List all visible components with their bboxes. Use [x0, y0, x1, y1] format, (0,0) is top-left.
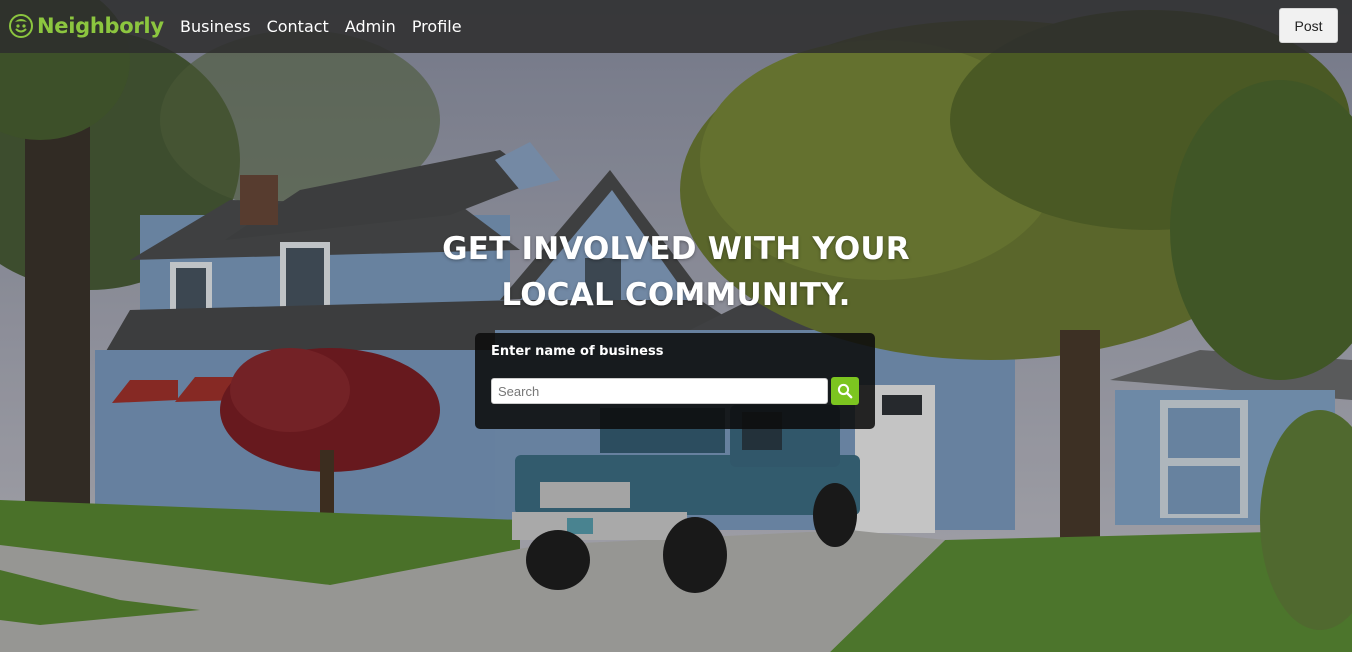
- brand-logo-link[interactable]: Neighborly: [8, 9, 164, 43]
- search-button[interactable]: [831, 377, 859, 405]
- post-button[interactable]: Post: [1279, 8, 1338, 43]
- search-icon: [837, 383, 853, 399]
- hero-background: [0, 0, 1352, 652]
- nav-link-business[interactable]: Business: [180, 17, 251, 36]
- brand-name: Neighborly: [37, 14, 164, 38]
- headline-line-2: LOCAL COMMUNITY.: [501, 277, 851, 313]
- nav-links: Business Contact Admin Profile: [180, 0, 478, 53]
- business-search-input[interactable]: [491, 378, 828, 404]
- hero-dim-overlay: [0, 0, 1352, 652]
- search-label: Enter name of business: [491, 344, 664, 359]
- nav-link-profile[interactable]: Profile: [412, 17, 462, 36]
- business-search-panel: Enter name of business: [475, 333, 875, 429]
- hero-headline: GET INVOLVED WITH YOUR LOCAL COMMUNITY.: [376, 226, 976, 318]
- nav-link-admin[interactable]: Admin: [345, 17, 396, 36]
- headline-line-1: GET INVOLVED WITH YOUR: [442, 231, 910, 267]
- nav-link-contact[interactable]: Contact: [267, 17, 329, 36]
- leaf-face-logo-icon: [9, 14, 33, 38]
- top-navbar: Neighborly Business Contact Admin Profil…: [0, 0, 1352, 53]
